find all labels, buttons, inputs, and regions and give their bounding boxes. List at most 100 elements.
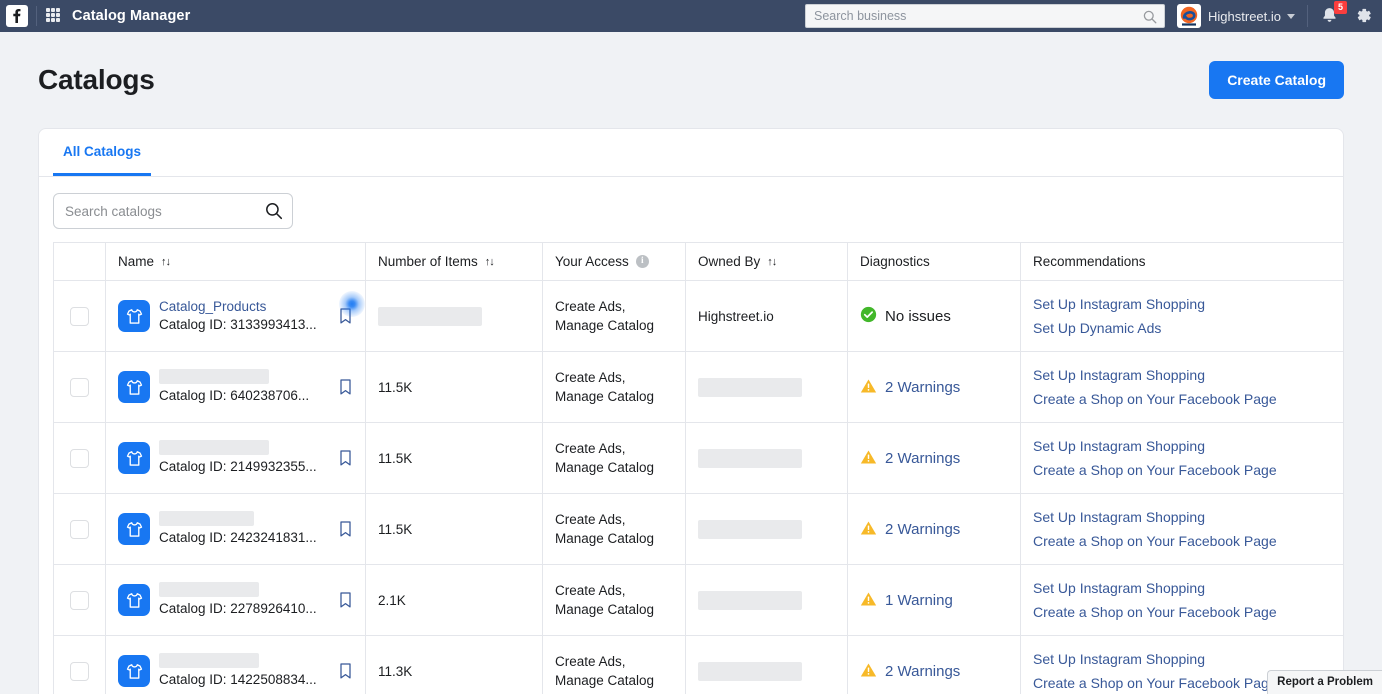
page-header: Catalogs Create Catalog — [38, 32, 1344, 128]
status-ok-icon — [860, 306, 877, 326]
recommendation-link[interactable]: Set Up Instagram Shopping — [1033, 509, 1343, 525]
diagnostics-status-text[interactable]: 2 Warnings — [885, 521, 960, 538]
bookmark-icon[interactable] — [338, 591, 353, 609]
redacted-catalog-name — [159, 582, 259, 597]
topbar-right-group: Highstreet.io 5 — [805, 0, 1374, 32]
create-catalog-button[interactable]: Create Catalog — [1209, 61, 1344, 99]
sort-icon[interactable]: ↑↓ — [485, 256, 495, 268]
row-checkbox[interactable] — [70, 519, 89, 539]
bookmark-icon[interactable] — [338, 449, 353, 467]
tab-all-catalogs-label: All Catalogs — [63, 143, 142, 159]
bookmark-icon[interactable] — [338, 520, 353, 538]
diagnostics-status-text[interactable]: 1 Warning — [885, 592, 953, 609]
catalog-search-box[interactable] — [53, 193, 293, 229]
column-header-number-of-items[interactable]: Number of Items ↑↓ — [365, 242, 543, 281]
recommendations-cell: Set Up Instagram Shopping Create a Shop o… — [1020, 564, 1343, 636]
number-of-items-cell: 11.3K — [365, 635, 543, 694]
column-header-owned-by[interactable]: Owned By ↑↓ — [685, 242, 848, 281]
row-checkbox[interactable] — [70, 448, 89, 468]
recommendation-link[interactable]: Set Up Instagram Shopping — [1033, 296, 1343, 312]
bookmark-icon[interactable] — [338, 307, 353, 325]
table-row[interactable]: Catalog ID: 2278926410... 2.1K Create Ads,… — [53, 564, 1343, 636]
catalog-tshirt-icon — [118, 300, 150, 332]
recommendation-link[interactable]: Set Up Instagram Shopping — [1033, 438, 1343, 454]
tab-bar: All Catalogs — [39, 129, 1343, 177]
your-access-cell: Create Ads, Manage Catalog — [542, 564, 686, 636]
nav-divider-2 — [1307, 5, 1308, 27]
diagnostics-cell: 2 Warnings — [847, 635, 1021, 694]
your-access-cell: Create Ads, Manage Catalog — [542, 635, 686, 694]
column-header-recommendations: Recommendations — [1020, 242, 1343, 281]
recommendation-link[interactable]: Set Up Dynamic Ads — [1033, 320, 1343, 336]
catalog-id: Catalog ID: 1422508834... — [159, 672, 317, 687]
diagnostics-status-text[interactable]: 2 Warnings — [885, 450, 960, 467]
owned-by-cell — [685, 351, 848, 423]
recommendation-link[interactable]: Create a Shop on Your Facebook Page — [1033, 391, 1343, 407]
owned-by-cell — [685, 564, 848, 636]
business-search-input[interactable] — [806, 5, 1165, 27]
table-row[interactable]: Catalog_Products Catalog ID: 3133993413..… — [53, 280, 1343, 352]
table-row[interactable]: Catalog ID: 1422508834... 11.3K Create Ads… — [53, 635, 1343, 694]
catalog-tshirt-icon — [118, 513, 150, 545]
column-header-your-access-label: Your Access — [555, 254, 629, 269]
recommendation-link[interactable]: Set Up Instagram Shopping — [1033, 580, 1343, 596]
column-header-your-access: Your Access i — [542, 242, 686, 281]
column-header-number-of-items-label: Number of Items — [378, 254, 478, 269]
catalog-search-input[interactable] — [54, 194, 292, 228]
catalog-name-link[interactable]: Catalog_Products — [159, 298, 329, 316]
catalog-id: Catalog ID: 640238706... — [159, 388, 310, 403]
row-checkbox[interactable] — [70, 590, 89, 610]
tab-all-catalogs[interactable]: All Catalogs — [53, 129, 152, 176]
row-checkbox[interactable] — [70, 661, 89, 681]
table-body: Catalog_Products Catalog ID: 3133993413..… — [53, 280, 1343, 694]
your-access-value: Create Ads, Manage Catalog — [555, 299, 655, 333]
recommendations-cell: Set Up Instagram Shopping Create a Shop o… — [1020, 493, 1343, 565]
row-checkbox[interactable] — [70, 306, 89, 326]
chevron-down-icon[interactable] — [1287, 14, 1295, 19]
apps-grid-icon[interactable] — [46, 8, 62, 24]
your-access-value: Create Ads, Manage Catalog — [555, 441, 655, 475]
recommendation-link[interactable]: Create a Shop on Your Facebook Page — [1033, 462, 1343, 478]
redacted-catalog-name — [159, 440, 269, 455]
row-checkbox[interactable] — [70, 377, 89, 397]
your-access-cell: Create Ads, Manage Catalog — [542, 351, 686, 423]
redacted-catalog-name — [159, 369, 269, 384]
number-of-items-value: 2.1K — [378, 592, 406, 608]
catalog-id: Catalog ID: 2278926410... — [159, 601, 317, 616]
diagnostics-cell: 1 Warning — [847, 564, 1021, 636]
report-problem-button[interactable]: Report a Problem — [1267, 670, 1382, 694]
column-header-name[interactable]: Name ↑↓ — [105, 242, 366, 281]
table-row[interactable]: Catalog ID: 2423241831... 11.5K Create Ads… — [53, 493, 1343, 565]
business-search-box[interactable] — [805, 4, 1166, 28]
nav-divider — [36, 6, 37, 26]
highstreet-logo-icon[interactable] — [1177, 4, 1202, 28]
diagnostics-status-text[interactable]: 2 Warnings — [885, 663, 960, 680]
redacted-catalog-name — [159, 511, 254, 526]
settings-button[interactable] — [1354, 6, 1374, 26]
sort-icon[interactable]: ↑↓ — [161, 256, 171, 268]
recommendation-link[interactable]: Create a Shop on Your Facebook Page — [1033, 533, 1343, 549]
recommendation-link[interactable]: Create a Shop on Your Facebook Page — [1033, 604, 1343, 620]
owned-by-cell: Highstreet.io — [685, 280, 848, 352]
notifications-button[interactable]: 5 — [1320, 1, 1347, 26]
table-row[interactable]: Catalog ID: 2149932355... 11.5K Create Ads… — [53, 422, 1343, 494]
recommendation-link[interactable]: Set Up Instagram Shopping — [1033, 651, 1343, 667]
sort-icon[interactable]: ↑↓ — [767, 256, 777, 268]
number-of-items-cell: 11.5K — [365, 422, 543, 494]
table-header: Name ↑↓ Number of Items ↑↓ Your Access i… — [53, 242, 1343, 281]
page-title: Catalogs — [38, 64, 155, 95]
catalog-search-row — [39, 177, 1343, 242]
recommendation-link[interactable]: Set Up Instagram Shopping — [1033, 367, 1343, 383]
diagnostics-cell: No issues — [847, 280, 1021, 352]
facebook-logo-icon[interactable] — [6, 5, 28, 27]
notification-badge: 5 — [1334, 1, 1347, 14]
status-warning-icon — [860, 378, 877, 397]
bookmark-icon[interactable] — [338, 378, 353, 396]
info-icon[interactable]: i — [635, 255, 649, 268]
catalog-tshirt-icon — [118, 442, 150, 474]
search-icon[interactable] — [265, 202, 283, 220]
bookmark-icon[interactable] — [338, 662, 353, 680]
business-name[interactable]: Highstreet.io — [1208, 9, 1281, 24]
diagnostics-status-text[interactable]: 2 Warnings — [885, 379, 960, 396]
table-row[interactable]: Catalog ID: 640238706... 11.5K Create Ads,… — [53, 351, 1343, 423]
